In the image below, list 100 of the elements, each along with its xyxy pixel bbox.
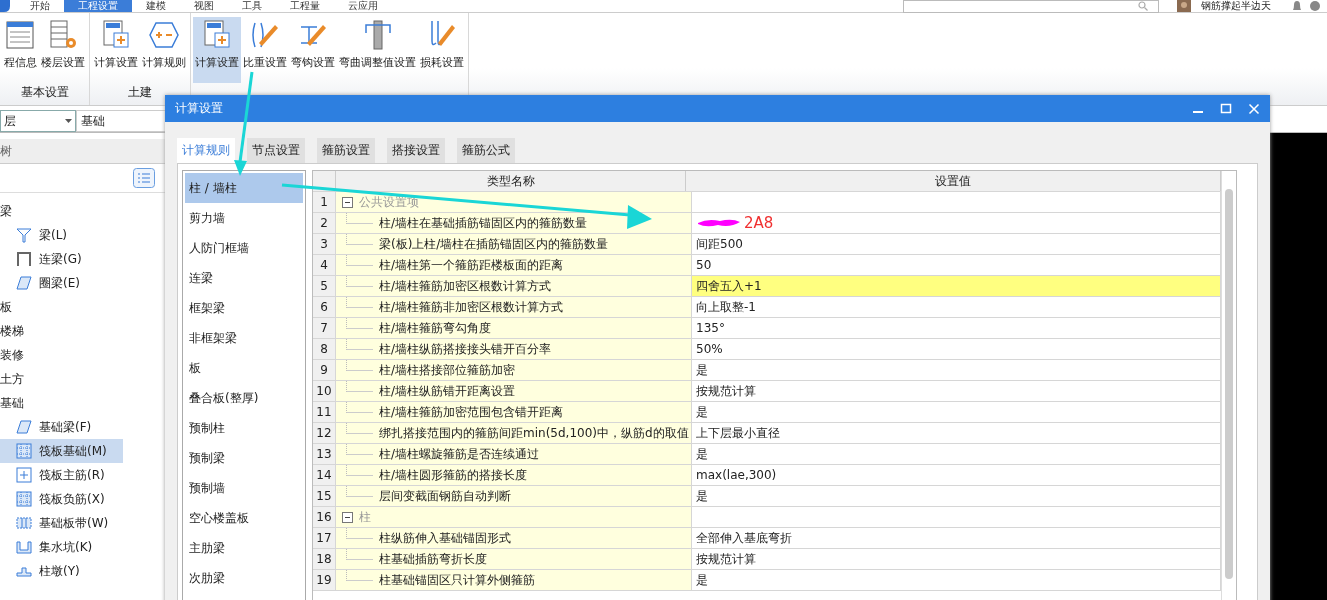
- category-item[interactable]: 预制梁: [185, 443, 303, 473]
- dialog-tab[interactable]: 节点设置: [247, 138, 305, 163]
- list-view-icon[interactable]: [133, 168, 155, 188]
- tree-item[interactable]: 基础板带(W): [0, 511, 123, 535]
- tree-item[interactable]: 土方: [0, 367, 165, 391]
- scrollbar-thumb[interactable]: [1225, 189, 1233, 579]
- category-item[interactable]: 柱 / 墙柱: [185, 173, 303, 203]
- close-icon[interactable]: [1248, 102, 1260, 115]
- ribbon-button[interactable]: 楼层设置: [39, 17, 87, 83]
- row-number: 8: [313, 339, 336, 359]
- pit-icon: [16, 539, 32, 555]
- tree-item[interactable]: 圈梁(E): [0, 271, 123, 295]
- category-item[interactable]: 框架梁: [185, 293, 303, 323]
- tree-item[interactable]: 基础梁(F): [0, 415, 123, 439]
- ribbon-button[interactable]: 计算设置: [92, 17, 140, 83]
- dialog-title: 计算设置: [175, 100, 223, 117]
- dialog-tab[interactable]: 箍筋设置: [317, 138, 375, 163]
- dialog-tab[interactable]: 计算规则: [177, 138, 235, 163]
- tree-item[interactable]: 筏板负筋(X): [0, 487, 123, 511]
- tree-item[interactable]: 板: [0, 295, 165, 319]
- tree-item[interactable]: 楼梯: [0, 319, 165, 343]
- setting-name: 柱/墙柱箍筋加密区根数计算方式: [379, 277, 552, 295]
- tree-item[interactable]: 连梁(G): [0, 247, 123, 271]
- category-item[interactable]: 人防门框墙: [185, 233, 303, 263]
- column-header[interactable]: 类型名称: [336, 171, 686, 191]
- tree-item[interactable]: 筏板基础(M): [0, 439, 123, 463]
- category-item[interactable]: 空心楼盖板: [185, 503, 303, 533]
- row-number: 7: [313, 318, 336, 338]
- row-number: 15: [313, 486, 336, 506]
- search-field[interactable]: [903, 0, 1159, 13]
- category-item[interactable]: 板: [185, 353, 303, 383]
- row-number: 17: [313, 528, 336, 548]
- avatar: [1177, 0, 1191, 12]
- tree-item[interactable]: 基础: [0, 391, 165, 415]
- setting-name: 绑扎搭接范围内的箍筋间距min(5d,100)中，纵筋d的取值: [379, 424, 689, 442]
- setting-name: 柱/墙柱在基础插筋锚固区内的箍筋数量: [379, 214, 588, 232]
- beam-icon: [16, 227, 32, 243]
- tree-item[interactable]: 筏板主筋(R): [0, 463, 123, 487]
- menu-tab[interactable]: 开始: [16, 0, 64, 12]
- ribbon-button[interactable]: 计算设置: [193, 17, 241, 83]
- setting-name: 梁(板)上柱/墙柱在插筋锚固区内的箍筋数量: [379, 235, 609, 253]
- column-header[interactable]: 设置值: [686, 171, 1221, 191]
- row-number: 19: [313, 570, 336, 590]
- slab-icon: [16, 275, 32, 291]
- ribbon-button[interactable]: 损耗设置: [418, 17, 466, 83]
- category-item[interactable]: 主肋梁: [185, 533, 303, 563]
- menu-tab[interactable]: 工程设置: [64, 0, 132, 12]
- row-number: 6: [313, 297, 336, 317]
- dialog-tab[interactable]: 箍筋公式: [457, 138, 515, 163]
- row-number: 4: [313, 255, 336, 275]
- menu-tab[interactable]: 云应用: [334, 0, 392, 12]
- row-number: 18: [313, 549, 336, 569]
- menu-tab[interactable]: 建模: [132, 0, 180, 12]
- ribbon-button[interactable]: 比重设置: [241, 17, 289, 83]
- category-item[interactable]: 次肋梁: [185, 563, 303, 593]
- panel-title: 树: [0, 139, 165, 164]
- collapse-icon[interactable]: [342, 511, 353, 523]
- category-item[interactable]: 非框架梁: [185, 323, 303, 353]
- category-item[interactable]: 叠合板(整厚): [185, 383, 303, 413]
- collapse-icon[interactable]: [342, 196, 353, 208]
- setting-name: 柱/墙柱箍筋加密范围包含错开距离: [379, 403, 564, 421]
- tree-item[interactable]: 装修: [0, 343, 165, 367]
- category-item[interactable]: 连梁: [185, 263, 303, 293]
- search-icon: [1138, 1, 1148, 11]
- ribbon-button[interactable]: 计算规则: [140, 17, 188, 83]
- ribbon-button[interactable]: 程信息: [2, 17, 39, 83]
- grid-icon: [16, 443, 32, 459]
- category-item[interactable]: 剪力墙: [185, 203, 303, 233]
- bell-icon[interactable]: [1291, 0, 1303, 12]
- floors-gear-icon: [47, 19, 79, 51]
- slab-icon: [16, 419, 32, 435]
- tree-item[interactable]: 柱墩(Y): [0, 559, 123, 583]
- cross-icon: [16, 467, 32, 483]
- group-label: 基本设置: [20, 84, 69, 101]
- tree-item[interactable]: 集水坑(K): [0, 535, 123, 559]
- dialog-tab[interactable]: 搭接设置: [387, 138, 445, 163]
- group-name: 柱: [359, 508, 371, 526]
- grid-icon: [16, 491, 32, 507]
- chat-icon[interactable]: [1309, 0, 1321, 12]
- app-logo-icon: [0, 0, 10, 12]
- tree-item[interactable]: 梁(L): [0, 223, 123, 247]
- calculator-icon: [100, 19, 132, 51]
- tree-item[interactable]: 梁: [0, 199, 165, 223]
- setting-name: 柱基础插筋弯折长度: [379, 550, 487, 568]
- setting-name: 柱/墙柱螺旋箍筋是否连续通过: [379, 445, 540, 463]
- category-item[interactable]: 预制墙: [185, 473, 303, 503]
- strip-icon: [16, 515, 32, 531]
- menu-tab[interactable]: 工程量: [276, 0, 334, 12]
- category-item[interactable]: 预制柱: [185, 413, 303, 443]
- setting-value[interactable]: 四舍五入+1: [692, 276, 1221, 296]
- ribbon-button[interactable]: 弯曲调整值设置: [337, 17, 418, 83]
- user-name[interactable]: 钢筋撑起半边天: [1201, 0, 1271, 13]
- row-number: 3: [313, 234, 336, 254]
- plus-minus-icon: [148, 19, 180, 51]
- menu-tab[interactable]: 工具: [228, 0, 276, 12]
- maximize-icon[interactable]: [1220, 102, 1232, 115]
- floor-dropdown[interactable]: 层: [0, 110, 76, 132]
- menu-tab[interactable]: 视图: [180, 0, 228, 12]
- ribbon-button[interactable]: 弯钩设置: [289, 17, 337, 83]
- setting-name: 层间变截面钢筋自动判断: [379, 487, 511, 505]
